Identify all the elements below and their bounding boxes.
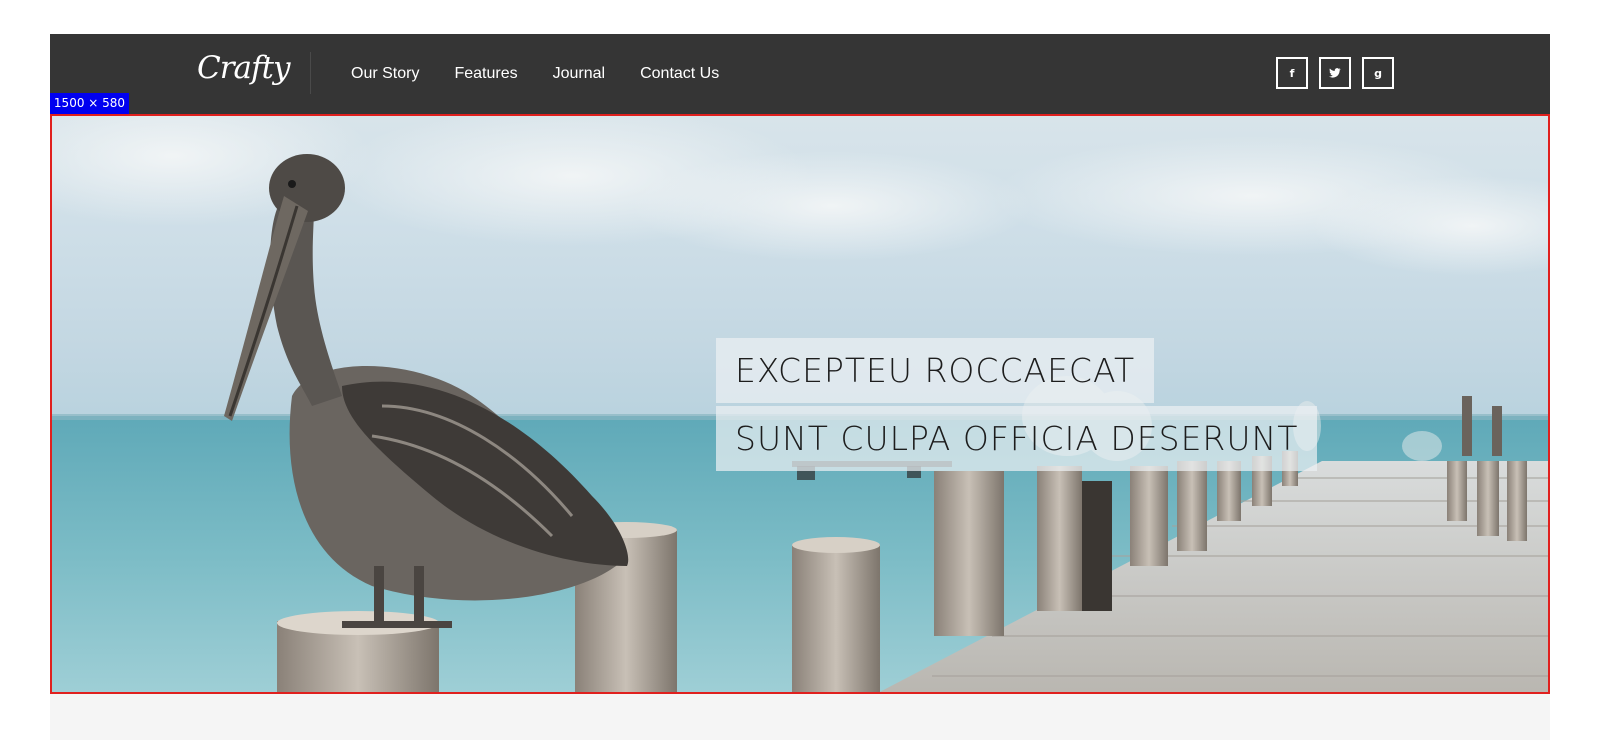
- site-logo[interactable]: Crafty: [197, 50, 290, 86]
- social-links: f g: [1276, 57, 1405, 89]
- twitter-button[interactable]: [1319, 57, 1351, 89]
- google-plus-icon: g: [1374, 66, 1382, 80]
- nav-item-features[interactable]: Features: [454, 65, 517, 83]
- facebook-icon: f: [1289, 66, 1295, 80]
- content-strip: [50, 694, 1550, 740]
- hero-slider: EXCEPTEU ROCCAECAT SUNT CULPA OFFICIA DE…: [50, 114, 1550, 694]
- hero-caption-line-2: SUNT CULPA OFFICIA DESERUNT: [716, 406, 1318, 471]
- nav-item-journal[interactable]: Journal: [553, 65, 605, 83]
- nav-item-our-story[interactable]: Our Story: [351, 65, 419, 83]
- site-header: Crafty Our Story Features Journal Contac…: [50, 34, 1550, 114]
- facebook-button[interactable]: f: [1276, 57, 1308, 89]
- google-plus-button[interactable]: g: [1362, 57, 1394, 89]
- page: Crafty Our Story Features Journal Contac…: [0, 0, 1600, 740]
- nav-item-contact-us[interactable]: Contact Us: [640, 65, 719, 83]
- hero-image: [52, 116, 1548, 692]
- logo-divider: [310, 52, 311, 94]
- hero-caption-line-1: EXCEPTEU ROCCAECAT: [716, 338, 1155, 403]
- twitter-icon: [1329, 68, 1341, 78]
- main-nav: Our Story Features Journal Contact Us: [351, 34, 754, 114]
- dimension-badge: 1500 × 580: [50, 93, 129, 114]
